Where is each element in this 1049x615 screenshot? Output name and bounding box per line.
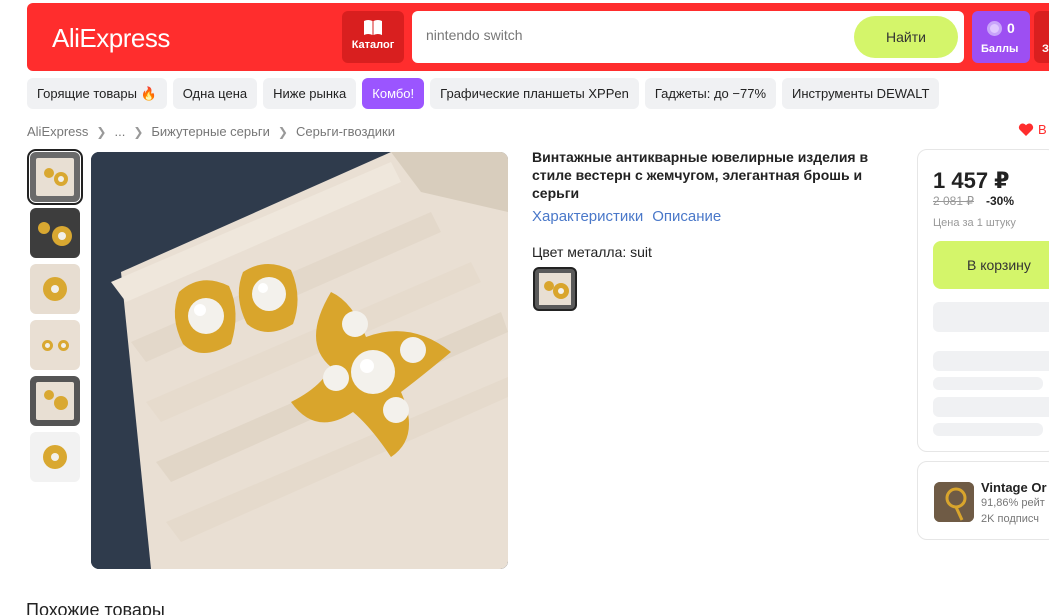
breadcrumb-item[interactable]: ... xyxy=(114,124,125,139)
top-header: AliExpress Каталог Найти 0 Баллы З xyxy=(27,3,1049,71)
chip-combo[interactable]: Комбо! xyxy=(362,78,425,109)
thumbnail-image[interactable] xyxy=(30,264,80,314)
loading-placeholder xyxy=(933,351,1049,371)
points-label: Баллы xyxy=(981,43,1019,55)
search-bar: Найти xyxy=(412,11,964,63)
thumbnail-list xyxy=(27,149,83,488)
add-to-cart-button[interactable]: В корзину xyxy=(933,241,1049,289)
store-panel[interactable]: Vintage Or 91,86% рейт 2K подписч xyxy=(917,461,1049,540)
product-title: Винтажные антикварные ювелирные изделия … xyxy=(532,149,869,201)
store-subscribers: 2K подписч xyxy=(981,513,1039,525)
chip-hot[interactable]: Горящие товары 🔥 xyxy=(27,78,167,109)
header-cart-label: З xyxy=(1042,43,1049,55)
promo-chips: Горящие товары 🔥 Одна цена Ниже рынка Ко… xyxy=(27,78,940,110)
specs-link[interactable]: Характеристики xyxy=(532,208,643,225)
color-label: Цвет металла: suit xyxy=(532,244,652,260)
store-name: Vintage Or xyxy=(981,480,1047,495)
store-logo-image xyxy=(934,482,974,522)
book-icon xyxy=(364,20,382,35)
catalog-label: Каталог xyxy=(351,39,395,51)
store-rating: 91,86% рейт xyxy=(981,497,1045,509)
product-links: Характеристики Описание xyxy=(532,208,721,225)
product-photo xyxy=(91,152,508,569)
old-price: 2 081 ₽ xyxy=(933,194,974,208)
breadcrumb-item[interactable]: AliExpress xyxy=(27,124,88,139)
breadcrumb-item[interactable]: Бижутерные серьги xyxy=(151,124,270,139)
price-panel: 1 457 ₽ 2 081 ₽ -30% Цена за 1 штуку В к… xyxy=(917,149,1049,452)
thumbnail-image[interactable] xyxy=(30,376,80,426)
loading-placeholder xyxy=(933,377,1043,390)
price-per-unit: Цена за 1 штуку xyxy=(933,217,1016,229)
chevron-right-icon: ❯ xyxy=(277,124,288,139)
search-button[interactable]: Найти xyxy=(854,16,958,58)
catalog-button[interactable]: Каталог xyxy=(342,11,404,63)
chip-gadgets[interactable]: Гаджеты: до −77% xyxy=(644,78,777,109)
discount-badge: -30% xyxy=(986,194,1015,208)
swatch-image xyxy=(544,281,569,299)
search-input[interactable] xyxy=(426,27,846,43)
chevron-right-icon: ❯ xyxy=(96,124,107,139)
description-link[interactable]: Описание xyxy=(652,208,721,225)
points-count: 0 xyxy=(1007,20,1015,36)
chip-tools[interactable]: Инструменты DEWALT xyxy=(782,78,940,109)
chip-one-price[interactable]: Одна цена xyxy=(172,78,258,109)
loading-placeholder xyxy=(933,423,1043,436)
chevron-right-icon: ❯ xyxy=(133,124,144,139)
color-option-suit[interactable] xyxy=(533,267,577,311)
heart-icon xyxy=(1018,123,1034,136)
current-price: 1 457 ₽ xyxy=(933,168,1010,193)
breadcrumb: AliExpress ❯ ... ❯ Бижутерные серьги ❯ С… xyxy=(27,124,395,139)
loading-placeholder xyxy=(933,302,1049,332)
thumbnail-image[interactable] xyxy=(30,208,80,258)
favorite-label: В xyxy=(1038,122,1047,137)
chip-below-market[interactable]: Ниже рынка xyxy=(263,78,357,109)
header-cart-button[interactable]: З xyxy=(1034,11,1049,63)
product-main-image[interactable] xyxy=(91,152,508,569)
store-avatar xyxy=(934,482,974,522)
thumbnail-image[interactable] xyxy=(30,432,80,482)
similar-products-heading: Похожие товары xyxy=(26,600,165,615)
breadcrumb-item[interactable]: Серьги-гвоздики xyxy=(296,124,395,139)
thumbnail-image[interactable] xyxy=(30,320,80,370)
coin-icon xyxy=(987,21,1002,36)
aliexpress-logo[interactable]: AliExpress xyxy=(52,23,170,54)
favorite-button[interactable]: В xyxy=(1018,122,1047,137)
points-button[interactable]: 0 Баллы xyxy=(972,11,1030,63)
chip-tablets[interactable]: Графические планшеты XPPen xyxy=(430,78,639,109)
thumbnail-image[interactable] xyxy=(27,149,83,205)
loading-placeholder xyxy=(933,397,1049,417)
